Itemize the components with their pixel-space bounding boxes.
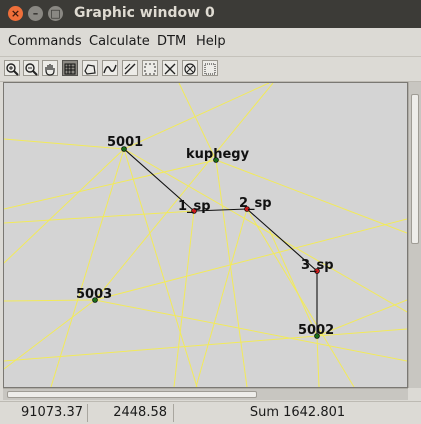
toolbar bbox=[0, 57, 421, 82]
point-label: 5002 bbox=[298, 323, 334, 338]
point-label: 5001 bbox=[107, 135, 143, 150]
zoom-out-button[interactable] bbox=[23, 60, 39, 76]
menu-bar: Commands Calculate DTM Help bbox=[0, 28, 421, 57]
curve-icon bbox=[103, 64, 117, 74]
zoom-in-button[interactable] bbox=[4, 60, 20, 76]
polygon-icon bbox=[84, 64, 96, 75]
circle-cross-icon bbox=[184, 63, 196, 75]
graphic-window: × – □ Graphic window 0 Commands Calculat… bbox=[0, 0, 421, 424]
status-sum: Sum 1642.801 bbox=[249, 405, 346, 420]
maximize-window-button[interactable]: □ bbox=[48, 6, 63, 21]
maximize-icon: □ bbox=[50, 7, 61, 20]
line-select-icon bbox=[124, 63, 136, 75]
pan-hand-icon bbox=[45, 64, 55, 76]
window-title: Graphic window 0 bbox=[74, 5, 215, 21]
point-label: 3_sp bbox=[301, 258, 334, 273]
minimize-icon: – bbox=[32, 7, 39, 20]
point-label: 1_sp bbox=[178, 199, 211, 214]
horizontal-scroll-thumb[interactable] bbox=[7, 391, 257, 398]
menu-dtm[interactable]: DTM bbox=[157, 34, 186, 49]
pan-button[interactable] bbox=[42, 60, 58, 76]
status-bar: 91073.37 2448.58 Sum 1642.801 bbox=[0, 401, 421, 424]
grid-button[interactable] bbox=[62, 60, 78, 76]
vertical-scrollbar[interactable] bbox=[408, 82, 421, 388]
point-2-sp[interactable]: 2_sp bbox=[239, 196, 272, 212]
frame-button[interactable] bbox=[202, 60, 218, 76]
close-window-button[interactable]: × bbox=[8, 6, 23, 21]
close-icon: × bbox=[10, 7, 21, 20]
status-x-coordinate: 91073.37 bbox=[0, 404, 88, 422]
dashed-box-button[interactable] bbox=[142, 60, 158, 76]
point-label: kuphegy bbox=[186, 147, 250, 162]
frame-icon bbox=[204, 63, 216, 75]
curve-button[interactable] bbox=[102, 60, 118, 76]
point-kuphegy[interactable]: kuphegy bbox=[186, 147, 250, 163]
zoom-in-icon bbox=[6, 63, 19, 76]
polygon-button[interactable] bbox=[82, 60, 98, 76]
point-5002[interactable]: 5002 bbox=[298, 323, 334, 339]
title-bar: × – □ Graphic window 0 bbox=[0, 0, 421, 28]
point-label: 5003 bbox=[76, 287, 112, 302]
point-5001[interactable]: 5001 bbox=[107, 135, 143, 152]
cross-icon bbox=[164, 63, 176, 75]
point-1-sp[interactable]: 1_sp bbox=[178, 199, 211, 214]
zoom-out-icon bbox=[25, 63, 38, 76]
cross-button[interactable] bbox=[162, 60, 178, 76]
point-label: 2_sp bbox=[239, 196, 272, 211]
dashed-box-icon bbox=[144, 63, 156, 75]
menu-help[interactable]: Help bbox=[196, 34, 226, 49]
minimize-window-button[interactable]: – bbox=[28, 6, 43, 21]
grid-icon bbox=[64, 63, 76, 75]
drawing-canvas[interactable]: 5001 kuphegy 1_sp 2_sp 3_sp 5002 5003 bbox=[3, 82, 408, 388]
vertical-scroll-thumb[interactable] bbox=[411, 94, 419, 244]
menu-commands[interactable]: Commands bbox=[8, 34, 82, 49]
status-y-coordinate: 2448.58 bbox=[88, 404, 174, 422]
point-3-sp[interactable]: 3_sp bbox=[301, 258, 334, 274]
point-5003[interactable]: 5003 bbox=[76, 287, 112, 303]
line-select-button[interactable] bbox=[122, 60, 138, 76]
canvas-svg[interactable]: 5001 kuphegy 1_sp 2_sp 3_sp 5002 5003 bbox=[4, 83, 407, 387]
menu-calculate[interactable]: Calculate bbox=[89, 34, 150, 49]
circle-cross-button[interactable] bbox=[182, 60, 198, 76]
horizontal-scrollbar[interactable] bbox=[3, 388, 408, 400]
